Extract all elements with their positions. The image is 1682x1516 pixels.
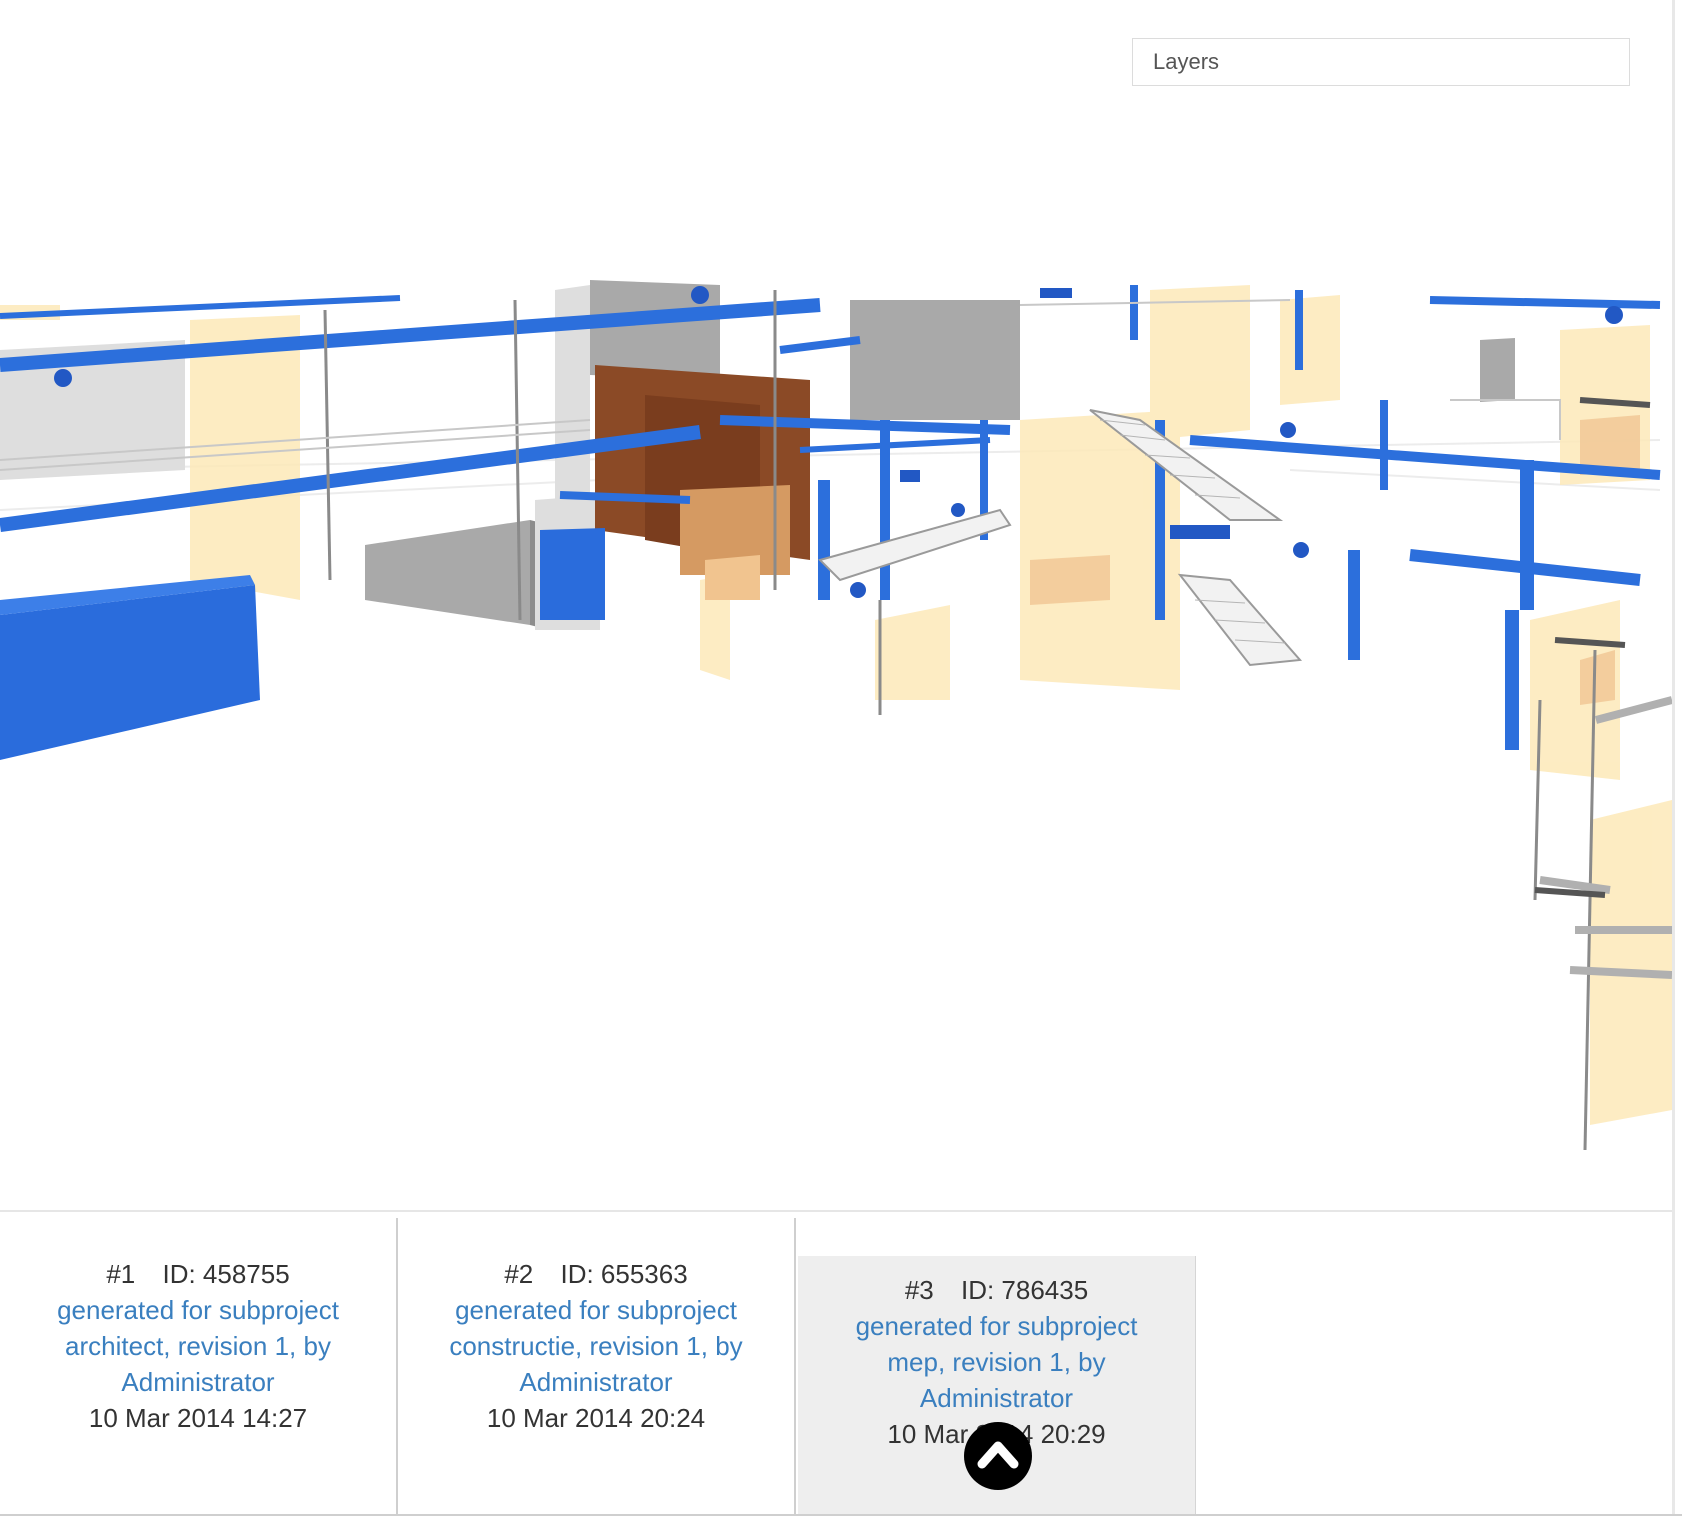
layers-panel[interactable]: Layers [1132,38,1630,86]
revision-card[interactable]: #2 ID: 655363 generated for subproject c… [398,1218,796,1514]
revision-id: ID: 655363 [560,1259,688,1289]
revision-number: #3 [904,1275,934,1305]
scroll-top-button[interactable] [964,1422,1032,1490]
vertical-scrollbar[interactable] [1672,0,1682,1516]
layers-label: Layers [1153,49,1220,74]
revision-date: 10 Mar 2014 14:27 [88,1403,308,1433]
revision-link[interactable]: generated for subproject constructie, re… [438,1292,754,1400]
revision-number: #2 [504,1259,534,1289]
building-model-render [0,280,1672,1151]
revision-header: #3 ID: 786435 [838,1272,1155,1308]
revision-header: #1 ID: 458755 [40,1256,356,1292]
scrollbar-thumb[interactable] [1672,0,1675,1516]
revision-link[interactable]: generated for subproject architect, revi… [40,1292,356,1400]
revision-id: ID: 786435 [960,1275,1089,1305]
chevron-up-icon [977,1441,1019,1469]
viewer-divider [0,1210,1672,1212]
bim-3d-viewer[interactable]: Layers [0,0,1672,1208]
revision-header: #2 ID: 655363 [438,1256,754,1292]
revision-date: 10 Mar 2014 20:24 [486,1403,706,1433]
revision-card[interactable]: #1 ID: 458755 generated for subproject a… [0,1218,398,1514]
revision-number: #1 [106,1259,136,1289]
revision-list: #1 ID: 458755 generated for subproject a… [0,1218,1672,1516]
revision-link[interactable]: generated for subproject mep, revision 1… [838,1308,1155,1416]
revision-id: ID: 458755 [162,1259,290,1289]
